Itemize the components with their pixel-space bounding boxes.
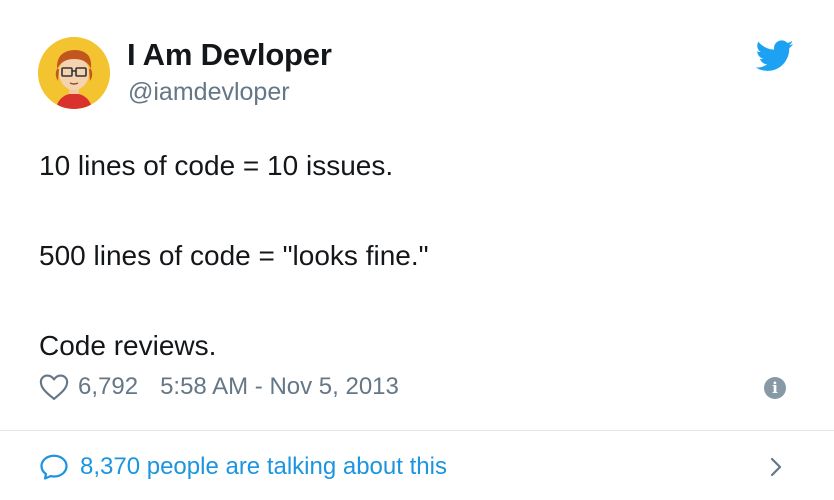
tweet-timestamp[interactable]: 5:58 AM - Nov 5, 2013 xyxy=(160,373,399,401)
tweet-line: Code reviews. xyxy=(39,330,217,361)
info-icon[interactable]: i xyxy=(764,377,786,399)
divider xyxy=(0,430,834,431)
tweet-line: 500 lines of code = "looks fine." xyxy=(39,240,429,271)
tweet-line: 10 lines of code = 10 issues. xyxy=(39,150,394,181)
twitter-bird-icon[interactable] xyxy=(756,40,794,72)
heart-outline-icon[interactable] xyxy=(39,373,69,401)
speech-bubble-icon xyxy=(40,454,68,480)
user-handle[interactable]: @iamdevloper xyxy=(128,78,290,107)
embedded-tweet-card: I Am Devloper @iamdevloper 10 lines of c… xyxy=(0,0,834,500)
like-count[interactable]: 6,792 xyxy=(78,373,138,401)
conversation-link[interactable]: 8,370 people are talking about this xyxy=(39,449,799,485)
chevron-right-icon[interactable] xyxy=(766,455,786,479)
display-name[interactable]: I Am Devloper xyxy=(127,37,332,73)
avatar[interactable] xyxy=(38,37,110,109)
tweet-text: 10 lines of code = 10 issues. 500 lines … xyxy=(39,143,799,368)
tweet-meta-row: 6,792 5:58 AM - Nov 5, 2013 i xyxy=(39,369,799,405)
conversation-link-text[interactable]: 8,370 people are talking about this xyxy=(80,453,447,481)
